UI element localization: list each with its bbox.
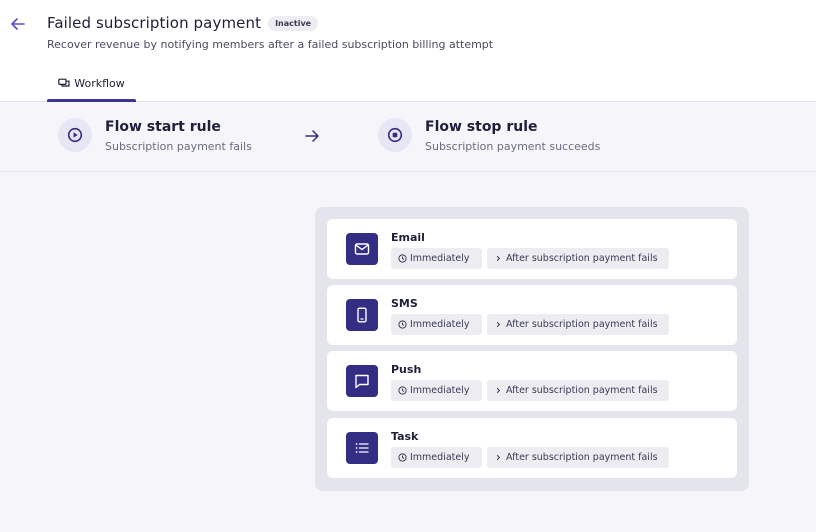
list-icon: [346, 432, 378, 464]
step-task-name: Task: [391, 430, 419, 443]
flow-start-rule-subtitle: Subscription payment fails: [105, 140, 252, 153]
timing-chip: Immediately: [391, 314, 482, 335]
trigger-chip: After subscription payment fails: [487, 447, 669, 468]
chevron-right-icon: [496, 454, 501, 461]
title-row: Failed subscription payment Inactive: [47, 14, 319, 32]
status-badge: Inactive: [268, 15, 319, 31]
timing-chip: Immediately: [391, 248, 482, 269]
flow-rules-bar: Flow start rule Subscription payment fai…: [0, 103, 816, 172]
flow-start-rule-title: Flow start rule: [105, 119, 221, 135]
workflow-icon: [58, 78, 70, 87]
step-push-name: Push: [391, 363, 422, 376]
workflow-steps-panel: Email Immediately After subscription pay…: [315, 207, 749, 491]
chevron-right-icon: [496, 255, 501, 262]
phone-icon: [346, 299, 378, 331]
tab-workflow-label: Workflow: [74, 77, 125, 90]
clock-icon: [398, 320, 407, 329]
timing-chip: Immediately: [391, 447, 482, 468]
timing-chip: Immediately: [391, 380, 482, 401]
trigger-chip: After subscription payment fails: [487, 380, 669, 401]
chevron-right-icon: [496, 387, 501, 394]
step-email-name: Email: [391, 231, 425, 244]
flow-stop-rule[interactable]: Flow stop rule Subscription payment succ…: [378, 118, 600, 153]
clock-icon: [398, 386, 407, 395]
page-header: Failed subscription payment Inactive Rec…: [0, 0, 816, 102]
flow-start-rule[interactable]: Flow start rule Subscription payment fai…: [58, 118, 252, 153]
back-button[interactable]: [9, 15, 27, 33]
page-title: Failed subscription payment: [47, 14, 262, 32]
chat-icon: [346, 365, 378, 397]
step-sms-name: SMS: [391, 297, 418, 310]
clock-icon: [398, 254, 407, 263]
email-icon: [346, 233, 378, 265]
page-subtitle: Recover revenue by notifying members aft…: [47, 38, 494, 51]
step-email[interactable]: Email Immediately After subscription pay…: [327, 219, 737, 279]
flow-stop-rule-subtitle: Subscription payment succeeds: [425, 140, 601, 153]
trigger-chip: After subscription payment fails: [487, 314, 669, 335]
chevron-right-icon: [496, 321, 501, 328]
active-tab-indicator: [47, 99, 136, 102]
clock-icon: [398, 453, 407, 462]
flow-stop-rule-title: Flow stop rule: [425, 119, 538, 135]
arrow-right-icon: [305, 130, 319, 142]
step-task[interactable]: Task Immediately After subscription paym…: [327, 418, 737, 478]
tab-workflow[interactable]: Workflow: [47, 69, 136, 102]
step-sms[interactable]: SMS Immediately After subscription payme…: [327, 285, 737, 345]
trigger-chip: After subscription payment fails: [487, 248, 669, 269]
back-arrow-icon: [11, 18, 25, 30]
play-circle-icon: [58, 118, 92, 152]
stop-circle-icon: [378, 118, 412, 152]
step-push[interactable]: Push Immediately After subscription paym…: [327, 351, 737, 411]
